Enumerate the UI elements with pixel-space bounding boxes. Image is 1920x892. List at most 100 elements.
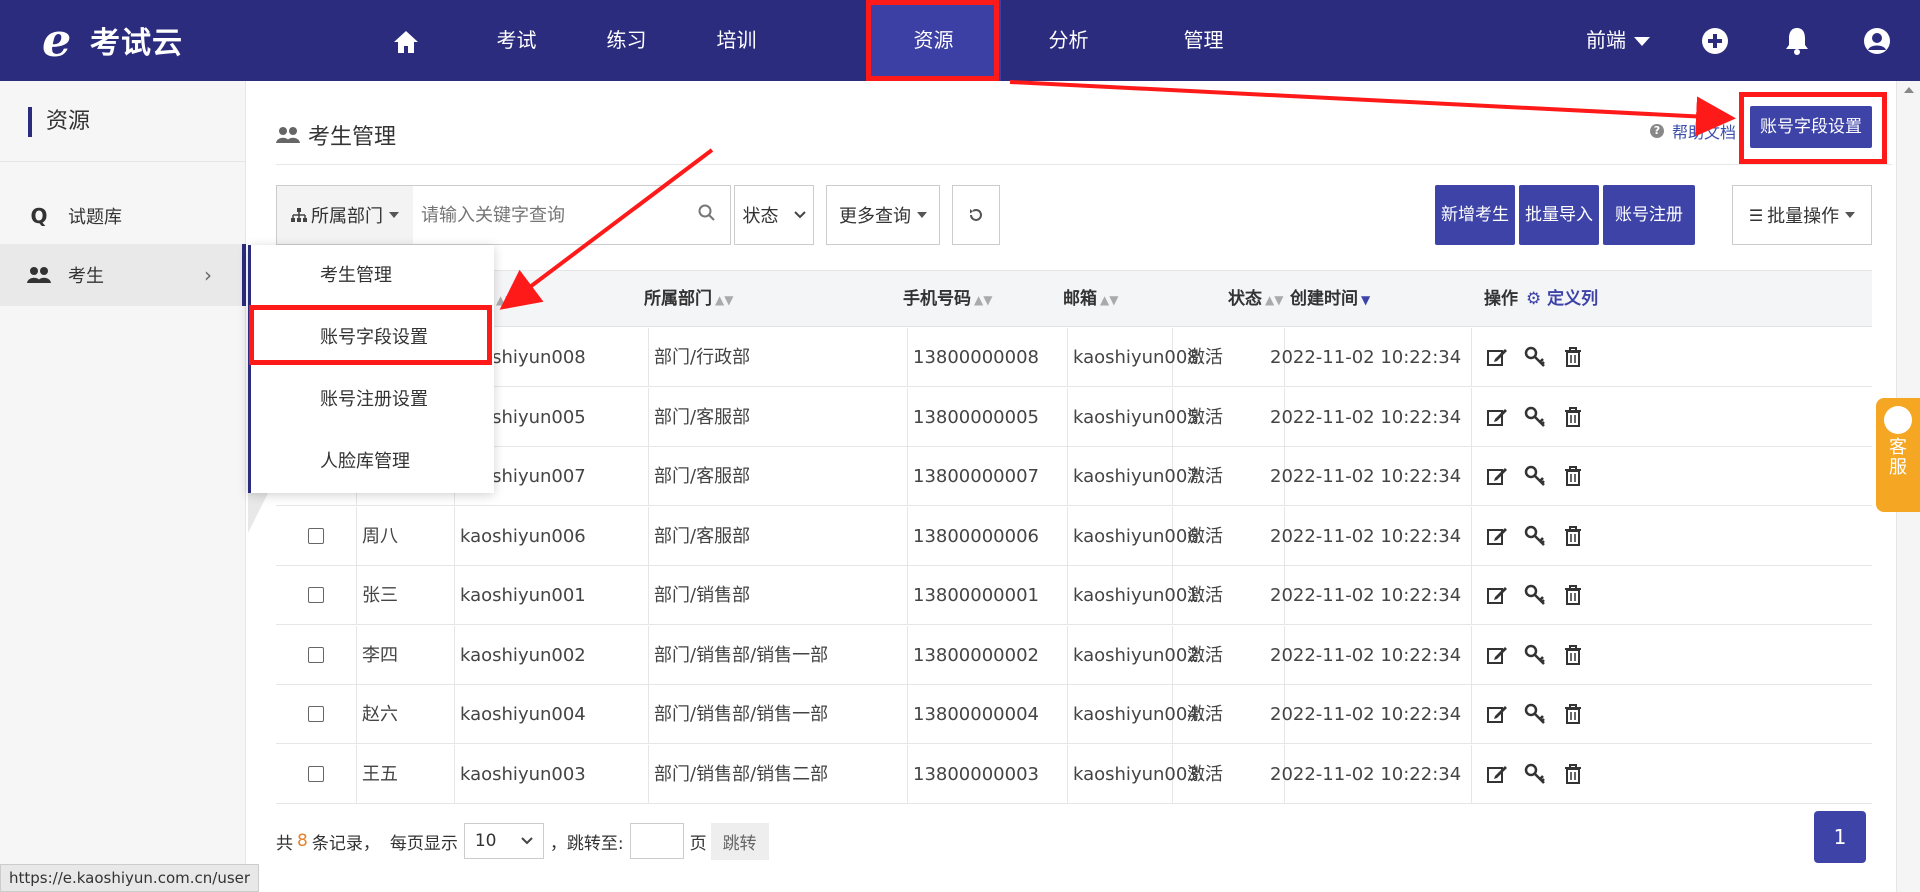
key-icon[interactable] [1524,703,1546,725]
cell-created: 2022-11-02 10:22:34 [1270,644,1462,666]
trash-icon[interactable] [1562,703,1584,725]
th-operations: 操作 [1474,271,1518,327]
edit-icon[interactable] [1486,584,1508,606]
edit-icon[interactable] [1486,644,1508,666]
key-icon[interactable] [1524,406,1546,428]
bulk-operation-button[interactable]: ☰ 批量操作 [1732,185,1872,245]
refresh-button[interactable] [952,185,1000,245]
nav-training[interactable]: 培训 [669,0,804,81]
row-operations [1486,703,1584,725]
more-query-button[interactable]: 更多查询 [826,185,940,245]
th-email-label: 邮箱 [1063,289,1097,309]
key-icon[interactable] [1524,525,1546,547]
sidebar: 资源 Q 试题库 考生 › [0,81,246,892]
jump-page-input[interactable] [629,823,684,859]
define-columns-button[interactable]: ⚙ 定义列 [1516,271,1598,327]
th-created-label: 创建时间 [1290,289,1358,309]
row-checkbox[interactable] [308,706,324,722]
department-filter-button[interactable]: 所属部门 [276,185,414,245]
cell-phone: 13800000002 [913,644,1039,666]
cell-department: 部门/销售部/销售一部 [654,644,829,666]
trash-icon[interactable] [1562,406,1584,428]
logo-text: 考试云 [90,26,183,61]
row-operations [1486,584,1584,606]
frontend-switch[interactable]: 前端 [1586,0,1666,81]
cell-account: kaoshiyun006 [460,525,586,547]
trash-icon[interactable] [1562,584,1584,606]
trash-icon[interactable] [1562,346,1584,368]
submenu-item-examinee-manage[interactable]: 考生管理 [251,245,494,307]
jump-button[interactable]: 跳转 [710,822,769,860]
submenu-item-face-library[interactable]: 人脸库管理 [251,431,494,493]
row-checkbox[interactable] [308,765,324,782]
cell-department: 部门/客服部 [654,406,751,428]
per-page-select[interactable]: 10 [463,823,544,859]
th-phone-label: 手机号码 [903,289,971,309]
nav-analysis[interactable]: 分析 [1001,0,1136,81]
trash-icon[interactable] [1562,525,1584,547]
bulk-import-button[interactable]: 批量导入 [1519,185,1599,245]
logo[interactable]: e 考试云 [42,14,183,66]
sidebar-item-examinees[interactable]: 考生 › [0,244,246,306]
edit-icon[interactable] [1486,465,1508,487]
cell-name: 王五 [362,763,398,785]
scroll-up-icon[interactable] [1904,87,1914,93]
key-icon[interactable] [1524,644,1546,666]
th-operations-label: 操作 [1484,289,1518,309]
th-status[interactable]: 状态 ▲▼ [1218,271,1283,327]
cell-created: 2022-11-02 10:22:34 [1270,585,1462,606]
cell-status: 激活 [1187,347,1223,368]
bell-icon[interactable] [1782,26,1812,56]
row-checkbox[interactable] [308,646,324,663]
edit-icon[interactable] [1486,525,1508,547]
sort-icon: ▲▼ [715,293,734,307]
sidebar-item-question-bank[interactable]: Q 试题库 [0,185,246,247]
cell-created: 2022-11-02 10:22:34 [1270,347,1462,368]
submenu-item-account-register[interactable]: 账号注册设置 [251,369,494,431]
users-icon [276,127,300,143]
add-examinee-button[interactable]: 新增考生 [1435,185,1515,245]
cell-phone: 13800000006 [913,525,1039,547]
help-doc-link[interactable]: ? 帮助文档 [1650,119,1736,143]
key-icon[interactable] [1524,584,1546,606]
q-icon: Q [30,204,48,228]
table-row: 张三 kaoshiyun001 部门/销售部 13800000001 kaoshiyun… [276,566,1872,625]
row-operations [1486,346,1584,368]
users-icon [27,267,51,283]
trash-icon[interactable] [1562,644,1584,666]
trash-icon[interactable] [1562,763,1584,785]
edit-icon[interactable] [1486,406,1508,428]
user-icon[interactable] [1862,26,1892,56]
trash-icon[interactable] [1562,465,1584,487]
column-separator [1471,625,1472,685]
th-department[interactable]: 所属部门 ▲▼ [634,271,733,327]
account-register-button[interactable]: 账号注册 [1603,185,1695,245]
caret-down-icon [389,212,399,218]
row-checkbox[interactable] [308,587,324,603]
search-icon[interactable] [698,204,716,222]
cell-department: 部门/销售部 [654,585,751,606]
edit-icon[interactable] [1486,763,1508,785]
th-department-label: 所属部门 [644,289,712,309]
key-icon[interactable] [1524,763,1546,785]
th-email[interactable]: 邮箱 ▲▼ [1053,271,1118,327]
key-icon[interactable] [1524,346,1546,368]
edit-icon[interactable] [1486,703,1508,725]
edit-icon[interactable] [1486,346,1508,368]
title-divider [276,164,1892,165]
row-checkbox[interactable] [308,527,324,544]
plus-circle-icon[interactable] [1700,26,1730,56]
search-input[interactable] [421,195,681,235]
page-button-current[interactable]: 1 [1814,811,1866,863]
cell-status: 激活 [1187,704,1223,725]
nav-manage[interactable]: 管理 [1136,0,1271,81]
examinee-table: 账▲▼ 所属部门▲▼ 手机号码▲▼ 邮箱▲▼ 状态▲▼ 创建时间▼ 操作 ⚙ 定… [276,270,1872,804]
th-created[interactable]: 创建时间 ▼ [1280,271,1370,327]
customer-service-widget[interactable]: 客服 [1876,398,1920,512]
key-icon[interactable] [1524,465,1546,487]
cell-status: 激活 [1187,466,1223,487]
status-select[interactable]: 状态 [734,185,814,245]
th-status-label: 状态 [1228,289,1262,309]
table-header: 账▲▼ 所属部门▲▼ 手机号码▲▼ 邮箱▲▼ 状态▲▼ 创建时间▼ 操作 ⚙ 定… [276,271,1872,327]
th-phone[interactable]: 手机号码 ▲▼ [893,271,992,327]
